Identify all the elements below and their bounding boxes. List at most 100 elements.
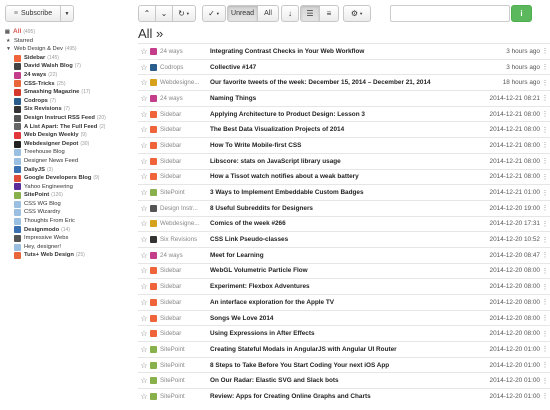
more-options-icon[interactable]: ⋮ (540, 79, 550, 87)
star-icon[interactable]: ☆ (138, 47, 150, 56)
sidebar-item-hey-designer[interactable]: Hey, designer! (5, 243, 132, 252)
star-icon[interactable]: ☆ (138, 376, 150, 385)
article-title[interactable]: Using Expressions in After Effects (210, 330, 465, 337)
article-row[interactable]: ☆ SitePoint On Our Radar: Elastic SVG and … (138, 372, 550, 388)
sidebar-item-six-revisions[interactable]: Six Revisions (7) (5, 105, 132, 114)
sidebar-item-codrops[interactable]: Codrops (7) (5, 97, 132, 106)
sidebar-item-design-instruct[interactable]: Design Instruct RSS Feed (20) (5, 114, 132, 123)
star-icon[interactable]: ☆ (138, 219, 150, 228)
more-options-icon[interactable]: ⋮ (540, 392, 550, 400)
subscribe-dropdown-button[interactable]: ▼ (61, 5, 74, 22)
star-icon[interactable]: ☆ (138, 78, 150, 87)
sidebar-item-24ways[interactable]: 24 ways (22) (5, 71, 132, 80)
more-options-icon[interactable]: ⋮ (540, 141, 550, 149)
article-title[interactable]: Review: Apps for Creating Online Graphs … (210, 393, 465, 400)
article-title[interactable]: Applying Architecture to Product Design:… (210, 111, 465, 118)
sidebar-item-designmodo[interactable]: Designmodo (14) (5, 226, 132, 235)
more-options-icon[interactable]: ⋮ (540, 110, 550, 118)
sidebar-item-sitepoint[interactable]: SitePoint (126) (5, 191, 132, 200)
article-title[interactable]: Comics of the week #266 (210, 220, 465, 227)
more-options-icon[interactable]: ⋮ (540, 47, 550, 55)
article-row[interactable]: ☆ 24 ways Integrating Contrast Checks in Y… (138, 43, 550, 59)
article-row[interactable]: ☆ Codrops Collective #147 3 hours ago ⋮ (138, 58, 550, 75)
article-title[interactable]: Songs We Love 2014 (210, 315, 465, 322)
refresh-button[interactable]: ↻ ▼ (172, 5, 196, 22)
article-row[interactable]: ☆ Sidebar WebGL Volumetric Particle Flow 20… (138, 262, 550, 279)
more-options-icon[interactable]: ⋮ (540, 173, 550, 181)
sidebar-item-impressive-webs[interactable]: Impressive Webs (5, 234, 132, 243)
article-row[interactable]: ☆ SitePoint Review: Apps for Creating Onli… (138, 388, 550, 404)
star-icon[interactable]: ☆ (138, 314, 150, 323)
sidebar-item-all[interactable]: ▤ All (495) (5, 28, 132, 37)
star-icon[interactable]: ☆ (138, 141, 150, 150)
article-title[interactable]: 8 Useful Subreddits for Designers (210, 205, 465, 212)
next-button[interactable]: ⌄ (155, 5, 173, 22)
article-title[interactable]: Integrating Contrast Checks in Your Web … (210, 48, 465, 55)
star-icon[interactable]: ☆ (138, 172, 150, 181)
article-row[interactable]: ☆ Design Instr... 8 Useful Subreddits for … (138, 199, 550, 216)
star-icon[interactable]: ☆ (138, 188, 150, 197)
info-button[interactable]: i (511, 5, 532, 22)
sidebar-item-webdesigner-depot[interactable]: Webdesigner Depot (30) (5, 140, 132, 149)
settings-button[interactable]: ⚙ ▼ (343, 5, 371, 22)
article-row[interactable]: ☆ SitePoint Creating Stateful Modals in An… (138, 341, 550, 357)
more-options-icon[interactable]: ⋮ (540, 251, 550, 259)
more-options-icon[interactable]: ⋮ (540, 314, 550, 322)
more-options-icon[interactable]: ⋮ (540, 236, 550, 244)
more-options-icon[interactable]: ⋮ (540, 283, 550, 291)
article-row[interactable]: ☆ Sidebar Applying Architecture to Product… (138, 105, 550, 122)
article-row[interactable]: ☆ Sidebar Using Expressions in After Effec… (138, 325, 550, 341)
star-icon[interactable]: ☆ (138, 282, 150, 291)
article-title[interactable]: How a Tissot watch notifies about a weak… (210, 173, 465, 180)
sidebar-item-css-wizardry[interactable]: CSS Wizardry (5, 208, 132, 217)
article-row[interactable]: ☆ Sidebar Songs We Love 2014 2014-12-20 08:… (138, 309, 550, 326)
sidebar-item-meyerweb[interactable]: Thoughts From Eric (5, 217, 132, 226)
mark-read-button[interactable]: ✓ ▼ (202, 5, 226, 22)
more-options-icon[interactable]: ⋮ (540, 220, 550, 228)
star-icon[interactable]: ☆ (138, 361, 150, 370)
star-icon[interactable]: ☆ (138, 94, 150, 103)
sidebar-item-google[interactable]: Google Developers Blog (9) (5, 174, 132, 183)
more-options-icon[interactable]: ⋮ (540, 330, 550, 338)
article-title[interactable]: Naming Things (210, 95, 465, 102)
star-icon[interactable]: ☆ (138, 298, 150, 307)
sidebar-item-yahoo[interactable]: Yahoo Engineering (5, 183, 132, 192)
article-title[interactable]: Our favorite tweets of the week: Decembe… (210, 79, 465, 86)
sidebar-item-smashing[interactable]: Smashing Magazine (17) (5, 88, 132, 97)
star-icon[interactable]: ☆ (138, 345, 150, 354)
sidebar-item-alistapart[interactable]: A List Apart: The Full Feed (2) (5, 123, 132, 132)
sidebar-item-star[interactable]: ★ Starred (5, 37, 132, 46)
star-icon[interactable]: ☆ (138, 157, 150, 166)
sidebar-item-web-design-weekly[interactable]: Web Design Weekly (9) (5, 131, 132, 140)
article-title[interactable]: Meet for Learning (210, 252, 465, 259)
more-options-icon[interactable]: ⋮ (540, 94, 550, 102)
sidebar-item-designer-news[interactable]: Designer News Feed (5, 157, 132, 166)
article-row[interactable]: ☆ SitePoint 8 Steps to Take Before You Sta… (138, 356, 550, 373)
sidebar-item-caret-down[interactable]: ▼ Web Design & Dev (495) (5, 45, 132, 54)
article-title[interactable]: Experiment: Flexbox Adventures (210, 283, 465, 290)
sidebar-item-tuts[interactable]: Tuts+ Web Design (25) (5, 251, 132, 260)
article-title[interactable]: 8 Steps to Take Before You Start Coding … (210, 362, 465, 369)
star-icon[interactable]: ☆ (138, 329, 150, 338)
sort-button[interactable]: ↓ (281, 5, 299, 22)
more-options-icon[interactable]: ⋮ (540, 345, 550, 353)
article-row[interactable]: ☆ SitePoint 3 Ways to Implement Embeddable… (138, 184, 550, 200)
article-title[interactable]: WebGL Volumetric Particle Flow (210, 267, 465, 274)
article-title[interactable]: Collective #147 (210, 64, 465, 71)
expanded-view-button[interactable]: ≡ (319, 5, 339, 22)
star-icon[interactable]: ☆ (138, 392, 150, 401)
more-options-icon[interactable]: ⋮ (540, 157, 550, 165)
article-row[interactable]: ☆ Sidebar How To Write Mobile-first CSS 201… (138, 137, 550, 153)
article-row[interactable]: ☆ Sidebar The Best Data Visualization Proj… (138, 121, 550, 137)
more-options-icon[interactable]: ⋮ (540, 204, 550, 212)
article-title[interactable]: An interface exploration for the Apple T… (210, 299, 465, 306)
article-row[interactable]: ☆ 24 ways Meet for Learning 2014-12-20 08:4… (138, 246, 550, 263)
star-icon[interactable]: ☆ (138, 235, 150, 244)
more-options-icon[interactable]: ⋮ (540, 126, 550, 134)
article-title[interactable]: 3 Ways to Implement Embeddable Custom Ba… (210, 189, 465, 196)
more-options-icon[interactable]: ⋮ (540, 63, 550, 71)
article-title[interactable]: Libscore: stats on JavaScript library us… (210, 158, 465, 165)
search-input[interactable] (390, 5, 510, 22)
star-icon[interactable]: ☆ (138, 251, 150, 260)
more-options-icon[interactable]: ⋮ (540, 267, 550, 275)
